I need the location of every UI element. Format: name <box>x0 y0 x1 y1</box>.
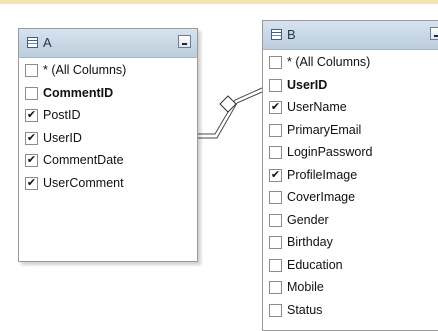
column-label: * (All Columns) <box>43 63 127 77</box>
column-checkbox[interactable] <box>269 123 282 137</box>
column-checkbox[interactable]: ✔ <box>25 154 38 167</box>
table-a-titlebar[interactable]: A <box>19 29 197 58</box>
column-row[interactable]: CoverImage <box>263 187 438 210</box>
table-icon <box>271 29 282 40</box>
column-row[interactable]: Status <box>263 300 438 323</box>
column-row[interactable]: ✔ CommentDate <box>19 150 197 173</box>
column-label: UserID <box>287 77 328 92</box>
column-row[interactable]: UserID <box>263 75 438 98</box>
column-label: Birthday <box>287 235 333 249</box>
column-row[interactable]: ✔ ProfileImage <box>263 165 438 188</box>
column-label: Status <box>287 302 323 317</box>
column-row[interactable]: LoginPassword <box>263 142 438 165</box>
column-row[interactable]: ✔ UserName <box>263 97 438 120</box>
table-a-window[interactable]: A * (All Columns) CommentID ✔ PostID ✔ UserID… <box>18 28 198 262</box>
table-b-titlebar[interactable]: B <box>263 21 438 50</box>
column-label: Gender <box>287 212 329 227</box>
column-checkbox[interactable] <box>25 64 38 77</box>
column-row[interactable]: CommentID <box>19 83 197 106</box>
column-checkbox[interactable] <box>269 258 282 272</box>
column-label: UserID <box>43 130 82 145</box>
minimize-button[interactable] <box>430 27 438 40</box>
column-checkbox[interactable] <box>269 213 282 227</box>
column-label: PrimaryEmail <box>287 122 362 137</box>
column-checkbox[interactable] <box>269 146 282 159</box>
column-label: * (All Columns) <box>287 55 371 69</box>
column-label: UserName <box>287 100 347 114</box>
minimize-button[interactable] <box>178 35 191 48</box>
column-label: ProfileImage <box>287 167 358 182</box>
column-checkbox[interactable]: ✔ <box>25 131 38 145</box>
column-row[interactable]: ✔ UserID <box>19 128 197 151</box>
table-b-name: B <box>287 27 296 42</box>
table-icon <box>27 37 38 48</box>
column-checkbox[interactable]: ✔ <box>25 176 38 190</box>
column-row[interactable]: Birthday <box>263 232 438 255</box>
column-checkbox[interactable]: ✔ <box>269 168 282 182</box>
column-label: CommentDate <box>43 153 124 167</box>
column-checkbox[interactable] <box>269 191 282 204</box>
column-checkbox[interactable] <box>269 236 282 249</box>
table-b-column-list: * (All Columns) UserID ✔ UserName PrimaryEma… <box>263 50 438 330</box>
column-checkbox[interactable]: ✔ <box>269 101 282 114</box>
table-b-window[interactable]: B * (All Columns) UserID ✔ UserName PrimaryE… <box>262 20 438 331</box>
column-checkbox[interactable] <box>269 281 282 294</box>
column-row[interactable]: Gender <box>263 210 438 233</box>
column-row[interactable]: ✔ PostID <box>19 105 197 128</box>
column-checkbox[interactable] <box>269 78 282 92</box>
column-row[interactable]: PrimaryEmail <box>263 120 438 143</box>
column-row[interactable]: * (All Columns) <box>263 52 438 75</box>
column-row[interactable]: ✔ UserComment <box>19 173 197 196</box>
column-row[interactable]: Mobile <box>263 277 438 300</box>
column-row[interactable]: Education <box>263 255 438 278</box>
column-label: CoverImage <box>287 190 356 204</box>
table-a-column-list: * (All Columns) CommentID ✔ PostID ✔ UserID ✔ C… <box>19 58 197 261</box>
column-checkbox[interactable] <box>269 303 282 317</box>
column-label: Mobile <box>287 280 324 294</box>
column-checkbox[interactable]: ✔ <box>25 109 38 122</box>
column-checkbox[interactable] <box>25 86 38 100</box>
column-label: UserComment <box>43 175 124 190</box>
column-label: CommentID <box>43 85 114 100</box>
column-checkbox[interactable] <box>269 56 282 69</box>
column-label: PostID <box>43 108 81 122</box>
column-label: Education <box>287 257 343 272</box>
table-a-name: A <box>43 35 52 50</box>
column-row[interactable]: * (All Columns) <box>19 60 197 83</box>
column-label: LoginPassword <box>287 145 373 159</box>
